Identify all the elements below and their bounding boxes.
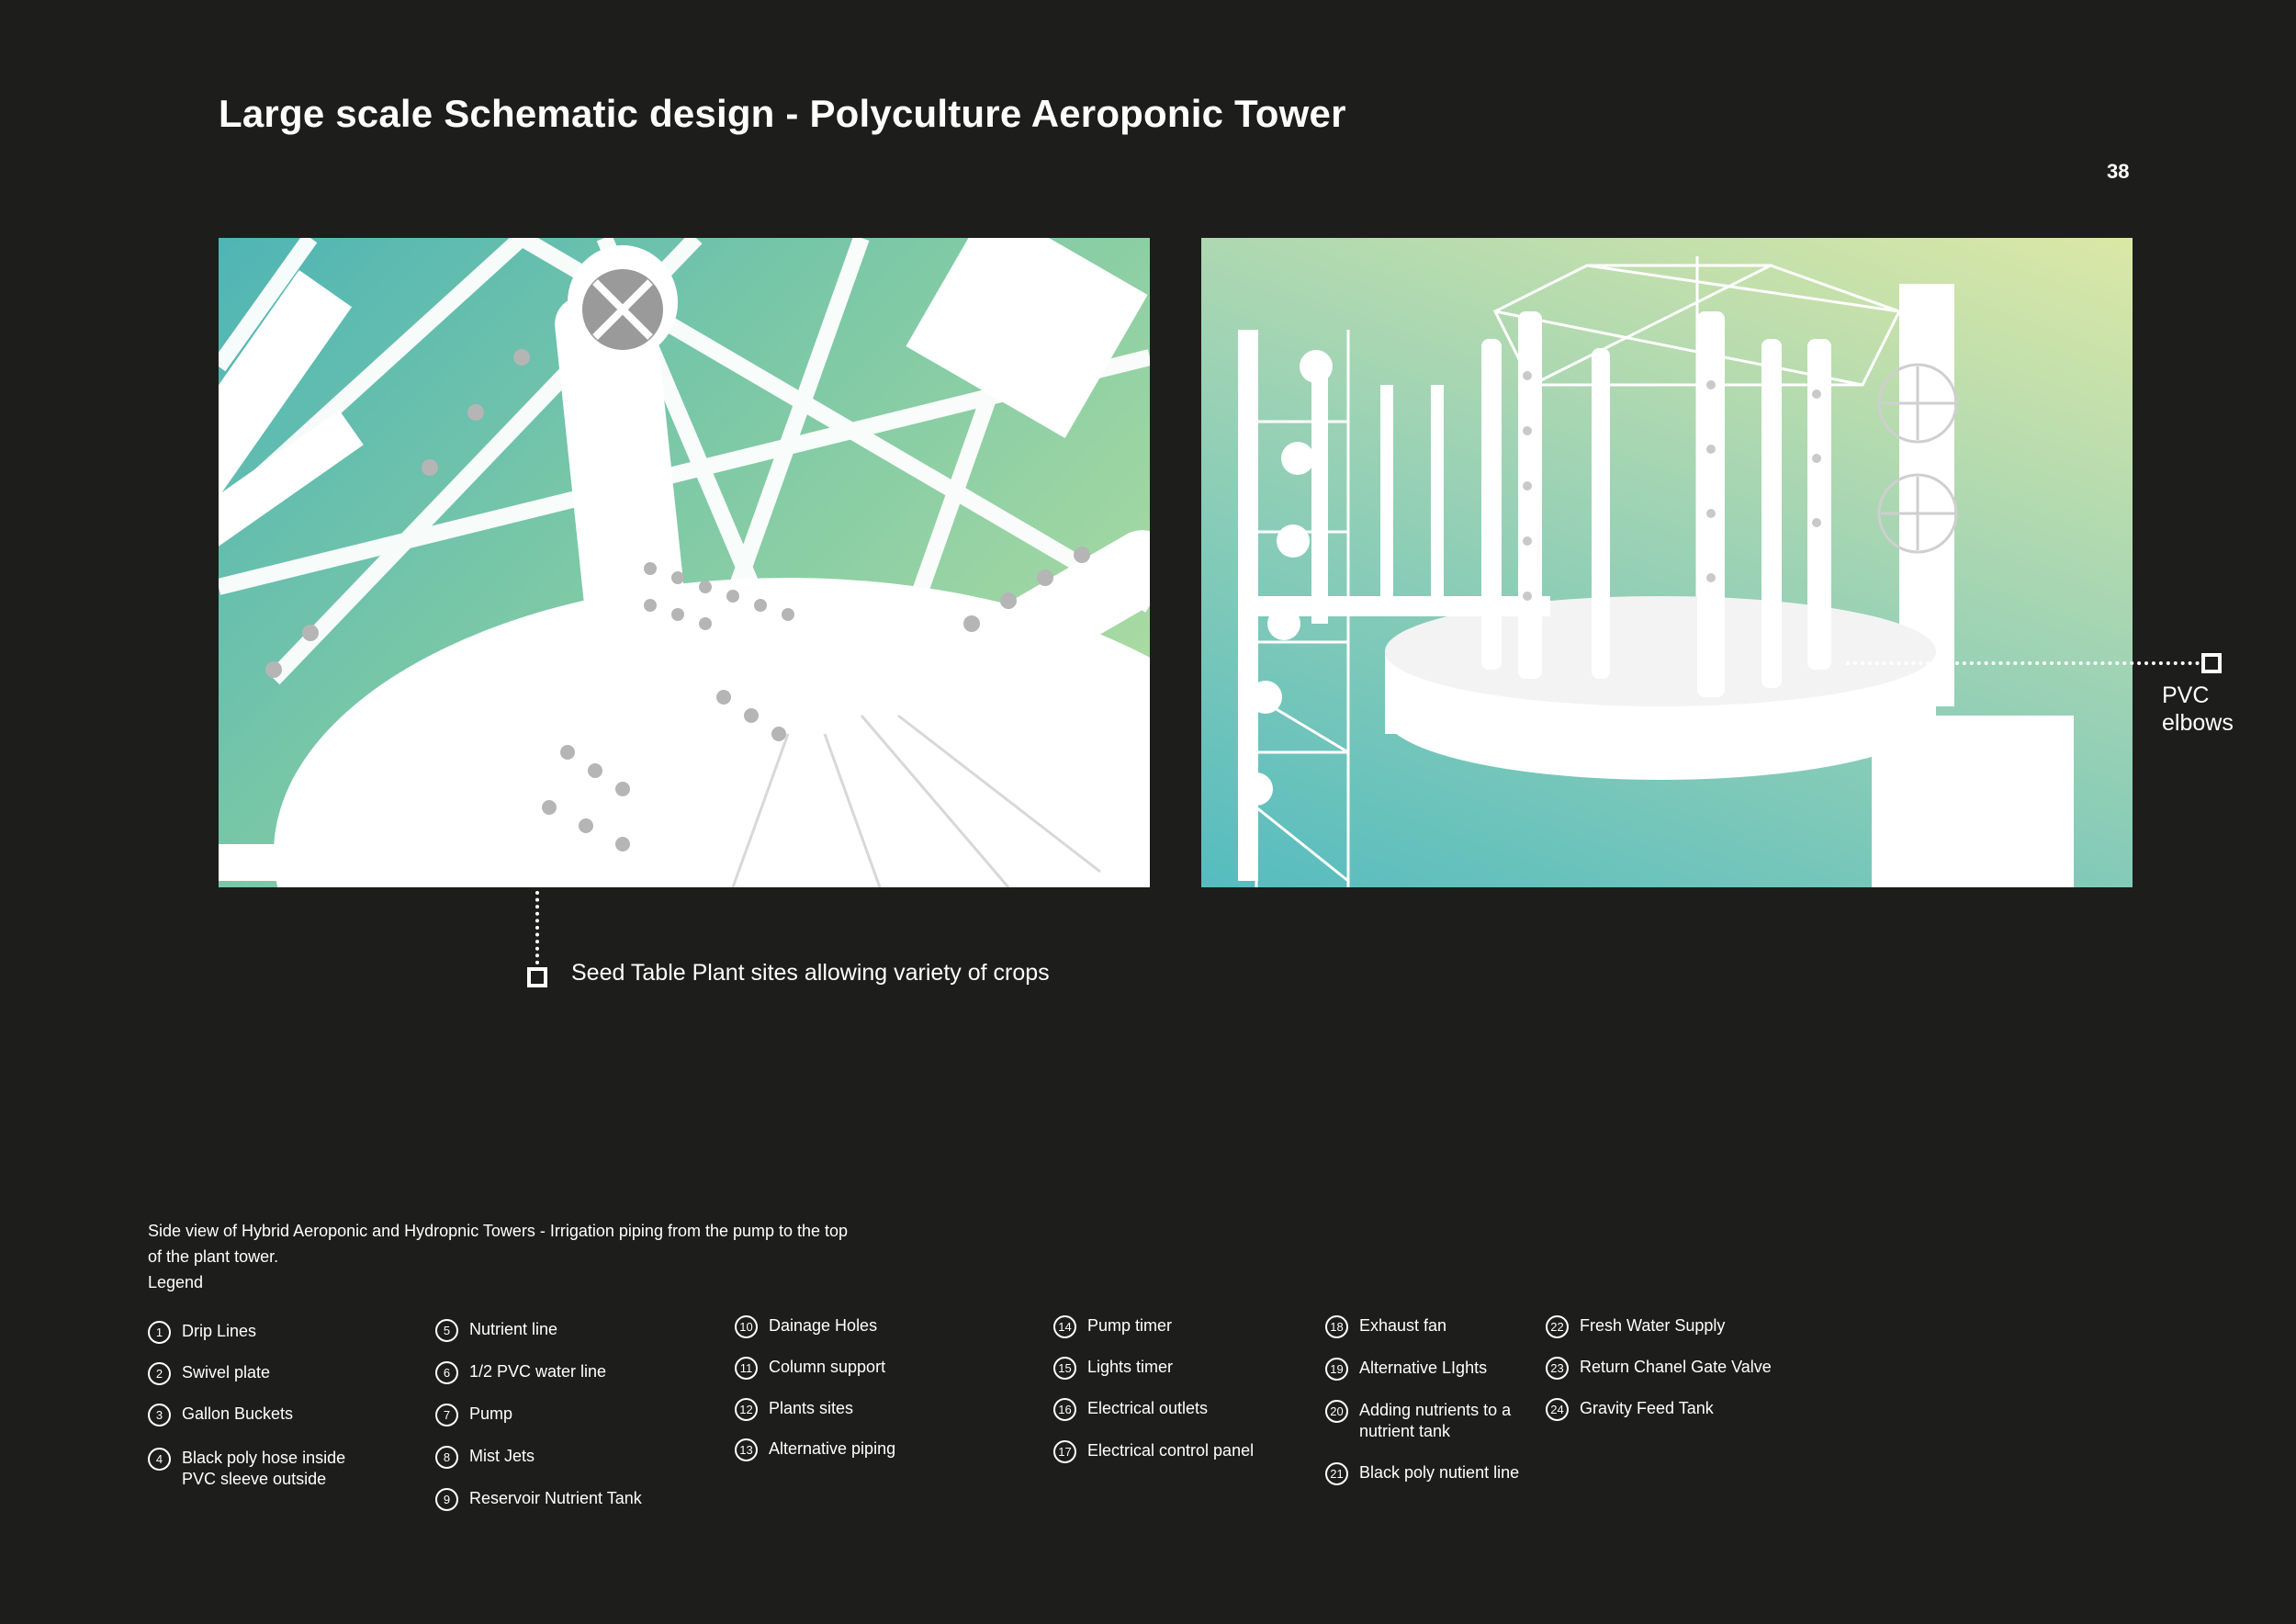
- legend-label: Reservoir Nutrient Tank: [469, 1489, 642, 1507]
- legend-item: 12 Plants sites: [735, 1398, 853, 1421]
- legend-label: Alternative piping: [769, 1439, 896, 1458]
- seed-callout-leader: [535, 891, 539, 964]
- seed-table-callout: Seed Table Plant sites allowing variety …: [571, 960, 1050, 986]
- pvc-elbows-callout: PVC elbows: [2162, 682, 2234, 736]
- legend-number-badge: 24: [1546, 1398, 1569, 1421]
- seed-callout-marker: [527, 967, 547, 987]
- closeup-tower-illustration: [219, 238, 1150, 887]
- render-tower-system: [1201, 238, 2133, 887]
- legend-item: 5 Nutrient line: [435, 1319, 557, 1342]
- legend-label: Electrical control panel: [1087, 1441, 1255, 1460]
- legend-number-badge: 19: [1325, 1358, 1348, 1381]
- legend-label: Exhaust fan: [1359, 1316, 1447, 1335]
- legend-label: Return Chanel Gate Valve: [1580, 1358, 1772, 1376]
- legend-label: Lights timer: [1087, 1358, 1174, 1376]
- legend-label: Black poly hose inside PVC sleeve outsid…: [182, 1449, 346, 1488]
- legend-number-badge: 17: [1053, 1440, 1076, 1463]
- legend-label: Pump: [469, 1404, 513, 1423]
- legend-number-badge: 6: [435, 1361, 458, 1384]
- legend-label: Column support: [769, 1358, 886, 1376]
- legend-number-badge: 7: [435, 1404, 458, 1427]
- legend-number-badge: 9: [435, 1488, 458, 1511]
- legend-item: 9 Reservoir Nutrient Tank: [435, 1488, 642, 1511]
- legend-number-badge: 18: [1325, 1315, 1348, 1338]
- legend-item: 6 1/2 PVC water line: [435, 1361, 606, 1384]
- legend-item: 24 Gravity Feed Tank: [1546, 1398, 1714, 1421]
- legend-number-badge: 4: [148, 1448, 171, 1471]
- legend-number-badge: 10: [735, 1315, 758, 1338]
- legend-number-badge: 13: [735, 1438, 758, 1461]
- legend-number-badge: 5: [435, 1319, 458, 1342]
- legend-label: Gravity Feed Tank: [1580, 1399, 1714, 1417]
- legend-number-badge: 15: [1053, 1357, 1076, 1380]
- legend-number-badge: 23: [1546, 1357, 1569, 1380]
- legend-item: 17 Electrical control panel: [1053, 1440, 1254, 1463]
- legend-item: 22 Fresh Water Supply: [1546, 1315, 1725, 1338]
- legend-item: 20 Adding nutrients to a nutrient tank: [1325, 1400, 1511, 1442]
- legend-label: Swivel plate: [182, 1363, 271, 1382]
- legend-item: 13 Alternative piping: [735, 1438, 895, 1461]
- legend-label: Drip Lines: [182, 1322, 257, 1340]
- legend-number-badge: 11: [735, 1357, 758, 1380]
- tower-system-illustration: [1238, 256, 2074, 887]
- legend-number-badge: 12: [735, 1398, 758, 1421]
- legend-item: 3 Gallon Buckets: [148, 1404, 293, 1427]
- render-closeup-tower: [219, 238, 1150, 887]
- legend-label: Fresh Water Supply: [1580, 1316, 1726, 1335]
- legend-item: 21 Black poly nutient line: [1325, 1462, 1519, 1485]
- legend-number-badge: 14: [1053, 1315, 1076, 1338]
- legend-item: 4 Black poly hose inside PVC sleeve outsi…: [148, 1448, 345, 1490]
- page-number: 38: [2107, 160, 2130, 183]
- legend-label: Nutrient line: [469, 1320, 558, 1338]
- legend-label: Black poly nutient line: [1359, 1463, 1520, 1482]
- legend-item: 2 Swivel plate: [148, 1362, 270, 1385]
- legend-label: Pump timer: [1087, 1316, 1173, 1335]
- legend-heading: Legend: [148, 1273, 204, 1291]
- legend-label: 1/2 PVC water line: [469, 1362, 607, 1381]
- legend-number-badge: 8: [435, 1446, 458, 1469]
- legend-number-badge: 21: [1325, 1462, 1348, 1485]
- legend-label: Alternative LIghts: [1359, 1359, 1488, 1377]
- legend-item: 11 Column support: [735, 1357, 885, 1380]
- legend-item: 19 Alternative LIghts: [1325, 1358, 1487, 1381]
- caption-line-1: Side view of Hybrid Aeroponic and Hydrop…: [148, 1222, 849, 1240]
- legend-item: 18 Exhaust fan: [1325, 1315, 1446, 1338]
- legend-number-badge: 3: [148, 1404, 171, 1427]
- legend-label: Mist Jets: [469, 1447, 535, 1465]
- pvc-callout-leader: [1846, 661, 2200, 665]
- caption-line-2: of the plant tower.: [148, 1247, 279, 1266]
- legend-number-badge: 2: [148, 1362, 171, 1385]
- legend-item: 15 Lights timer: [1053, 1357, 1173, 1380]
- legend-item: 23 Return Chanel Gate Valve: [1546, 1357, 1772, 1380]
- legend-number-badge: 20: [1325, 1400, 1348, 1423]
- legend-item: 1 Drip Lines: [148, 1321, 256, 1344]
- page-title: Large scale Schematic design - Polycultu…: [219, 92, 1346, 135]
- legend-item: 7 Pump: [435, 1404, 512, 1427]
- legend-label: Adding nutrients to a nutrient tank: [1359, 1401, 1512, 1440]
- legend-number-badge: 1: [148, 1321, 171, 1344]
- legend-item: 16 Electrical outlets: [1053, 1398, 1208, 1421]
- legend-item: 14 Pump timer: [1053, 1315, 1172, 1338]
- figure-caption: Side view of Hybrid Aeroponic and Hydrop…: [148, 1218, 974, 1295]
- pvc-callout-marker: [2201, 653, 2222, 673]
- legend-item: 10 Dainage Holes: [735, 1315, 877, 1338]
- legend-label: Electrical outlets: [1087, 1399, 1209, 1417]
- legend-number-badge: 16: [1053, 1398, 1076, 1421]
- legend-label: Gallon Buckets: [182, 1404, 294, 1423]
- legend-item: 8 Mist Jets: [435, 1446, 535, 1469]
- legend-label: Dainage Holes: [769, 1316, 878, 1335]
- legend-number-badge: 22: [1546, 1315, 1569, 1338]
- legend-label: Plants sites: [769, 1399, 854, 1417]
